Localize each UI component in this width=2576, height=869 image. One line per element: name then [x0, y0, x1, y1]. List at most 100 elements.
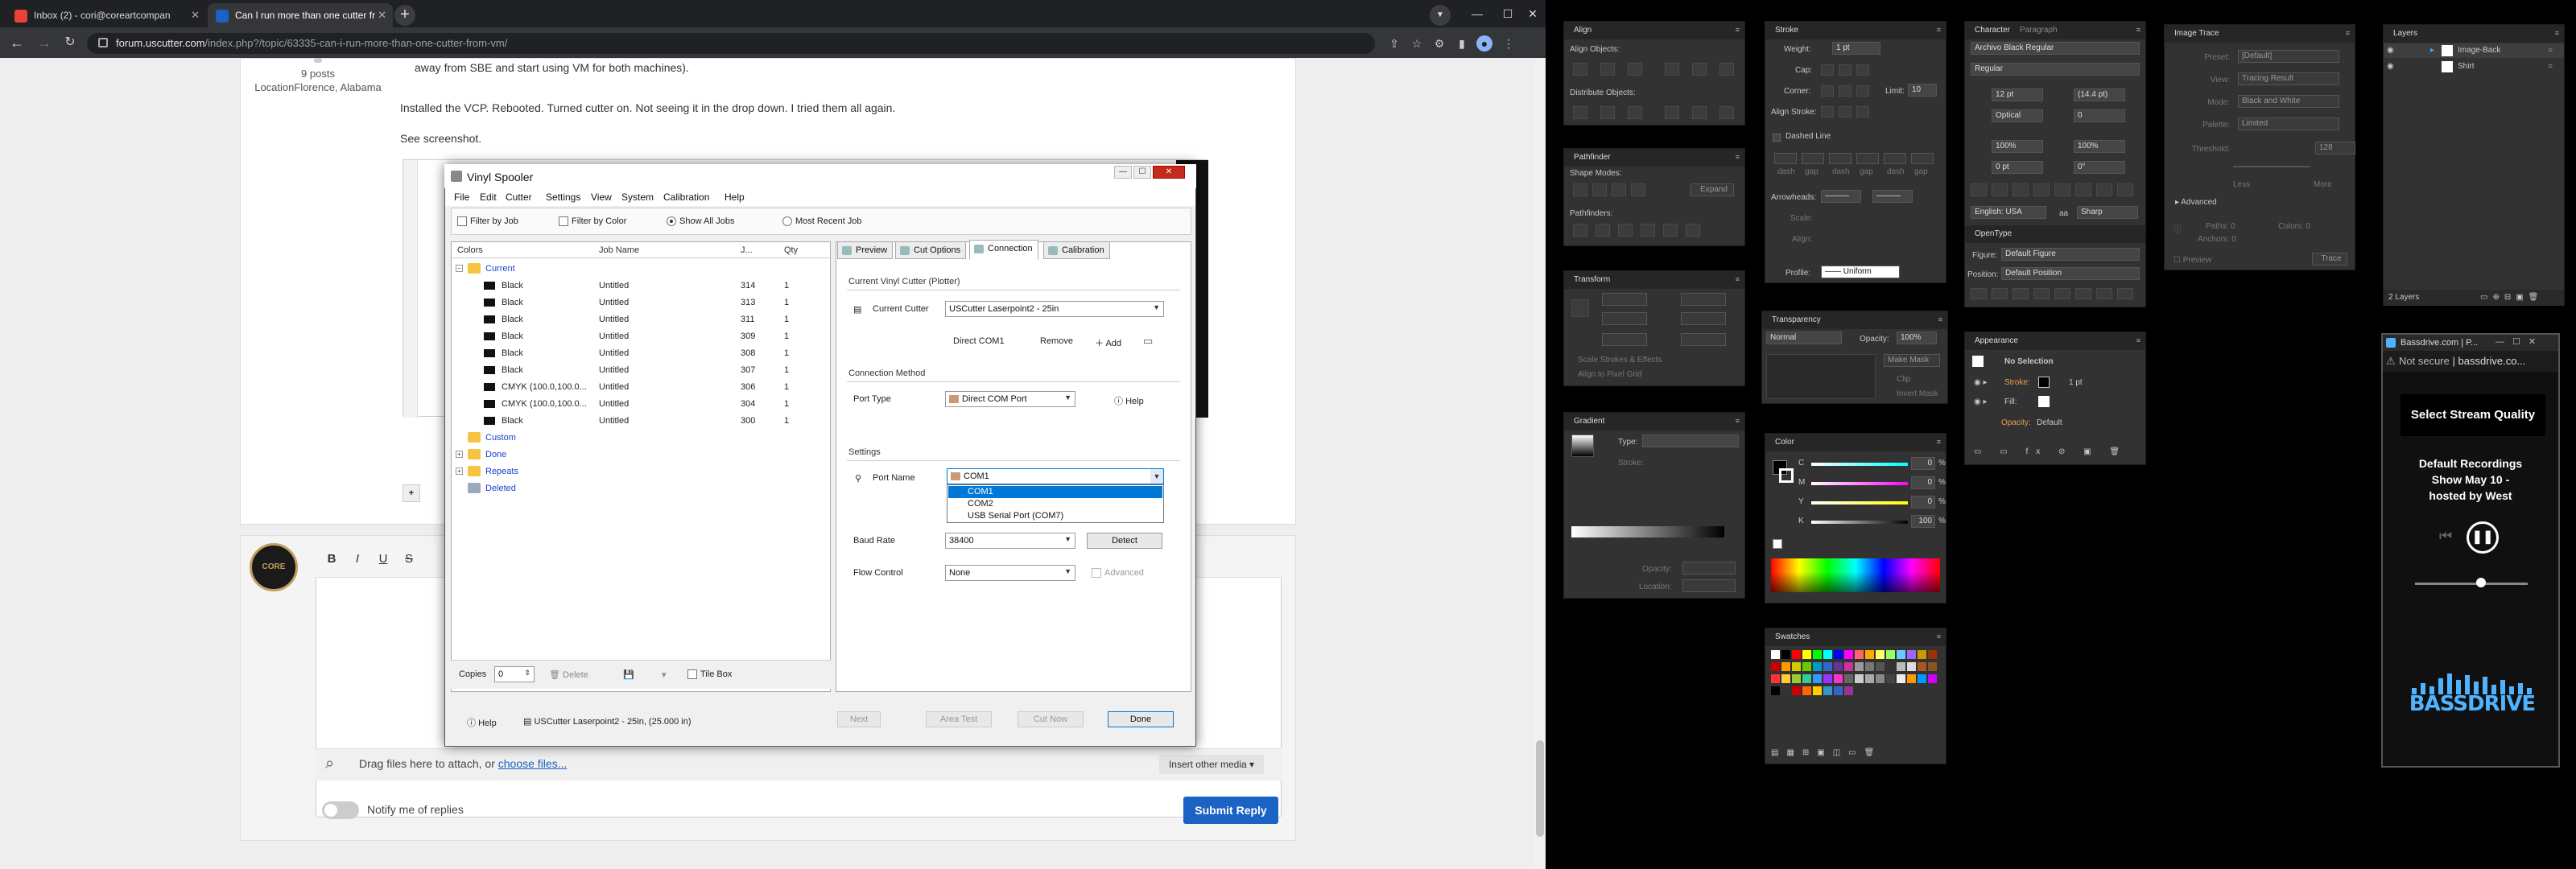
insert-media-button[interactable]: Insert other media ▾	[1159, 755, 1264, 774]
transform-field[interactable]	[1602, 333, 1647, 346]
vertical-scale-field[interactable]: 100%	[1992, 140, 2043, 153]
color-swatch[interactable]	[1834, 674, 1843, 683]
tile-box-checkbox[interactable]	[687, 669, 697, 679]
appearance-opacity-label[interactable]: Opacity:	[2001, 418, 2031, 427]
submit-reply-button[interactable]: Submit Reply	[1183, 797, 1278, 824]
address-bar[interactable]: forum.uscutter.com/index.php?/topic/6333…	[87, 33, 1375, 54]
align-pixel-grid-option[interactable]: Align to Pixel Grid	[1578, 370, 1641, 379]
color-swatch[interactable]	[1834, 662, 1843, 671]
transform-field[interactable]	[1602, 293, 1647, 306]
color-swatch[interactable]	[1792, 674, 1801, 683]
advanced-checkbox[interactable]	[1092, 568, 1101, 578]
cap-option-icon[interactable]	[1821, 64, 1834, 76]
appearance-fill-label[interactable]: Fill:	[2004, 397, 2017, 406]
color-swatch[interactable]	[1834, 686, 1843, 695]
color-channel-field[interactable]: 0	[1911, 476, 1935, 489]
copies-stepper[interactable]: 0 ⇕	[494, 666, 535, 682]
spooler-close-button[interactable]: ✕	[1153, 166, 1185, 179]
reference-point-icon[interactable]	[1571, 299, 1589, 317]
color-swatch[interactable]	[1802, 674, 1811, 683]
forward-icon[interactable]: →	[35, 34, 53, 51]
shape-mode-icon[interactable]	[1573, 183, 1587, 196]
maximize-button[interactable]: ☐	[1496, 0, 1520, 27]
type-style-icon[interactable]	[2013, 183, 2029, 196]
menu-help[interactable]: Help	[724, 192, 745, 203]
expand-icon[interactable]: +	[456, 451, 463, 458]
next-button[interactable]: Next	[837, 711, 881, 727]
pathfinder-icon[interactable]	[1596, 224, 1610, 237]
bold-button[interactable]: B	[324, 552, 340, 568]
filter-by-color-checkbox[interactable]	[559, 216, 568, 226]
extensions-icon[interactable]: ⚙	[1431, 35, 1447, 51]
reload-icon[interactable]: ↻	[61, 34, 79, 51]
menu-file[interactable]: File	[454, 192, 469, 203]
tab-forum[interactable]: Can I run more than one cutter fr ✕	[208, 3, 393, 27]
color-swatch[interactable]	[1844, 662, 1853, 671]
opentype-option-icon[interactable]	[2013, 288, 2029, 299]
add-button[interactable]: ＋ Add	[1095, 336, 1121, 349]
eye-icon[interactable]: ◉	[2387, 62, 2394, 71]
opentype-option-icon[interactable]	[2033, 288, 2050, 299]
color-swatch[interactable]	[1771, 686, 1780, 695]
horizontal-scale-field[interactable]: 100%	[2074, 140, 2125, 153]
align-option-icon[interactable]	[1692, 106, 1707, 119]
italic-button[interactable]: I	[349, 552, 365, 568]
align-option-icon[interactable]	[1628, 63, 1642, 76]
color-swatch[interactable]	[1918, 650, 1926, 659]
minimize-button[interactable]: —	[1459, 0, 1496, 27]
color-swatch[interactable]	[1823, 686, 1832, 695]
column-job-name[interactable]: Job Name	[599, 245, 639, 255]
swatch-actions-icons[interactable]: ▤▦⊞▣◫▭🗑	[1771, 748, 1882, 757]
preview-option[interactable]: ☐ Preview	[2174, 256, 2211, 265]
help-button[interactable]: ⓘ Help	[1114, 394, 1144, 407]
arrowhead-end-select[interactable]: ———	[1872, 190, 1913, 203]
color-swatch[interactable]	[1897, 662, 1905, 671]
dash-gap-field[interactable]	[1884, 153, 1906, 164]
tab-gmail[interactable]: Inbox (2) - cori@coreartcompan ✕	[6, 3, 206, 27]
panel-menu-icon[interactable]: ≡	[1736, 417, 1740, 425]
tab-preview[interactable]: Preview	[837, 241, 894, 259]
color-channel-field[interactable]: 0	[1911, 496, 1935, 509]
stroke-color-swatch[interactable]	[1779, 468, 1794, 483]
color-swatch[interactable]	[1928, 662, 1937, 671]
baseline-shift-field[interactable]: 0 pt	[1992, 161, 2043, 174]
color-swatch[interactable]	[1823, 650, 1832, 659]
opacity-field[interactable]: 100%	[1897, 332, 1937, 344]
color-swatch[interactable]	[1781, 662, 1790, 671]
menu-settings[interactable]: Settings	[546, 192, 580, 203]
job-row[interactable]: Black Untitled 313 1	[452, 294, 830, 311]
trace-threshold-select[interactable]: 128	[2315, 142, 2355, 154]
align-stroke-icon[interactable]	[1821, 106, 1834, 117]
bassdrive-address-bar[interactable]: ⚠ Not secure | bassdrive.co...	[2383, 351, 2558, 372]
color-swatch[interactable]	[1792, 662, 1801, 671]
detect-button[interactable]: Detect	[1087, 533, 1162, 549]
color-swatch[interactable]	[1928, 674, 1937, 683]
opentype-option-icon[interactable]	[2117, 288, 2133, 299]
invert-mask-option[interactable]: Invert Mask	[1897, 389, 1938, 398]
arrowhead-start-select[interactable]: ———	[1821, 190, 1861, 203]
type-style-icon[interactable]	[1971, 183, 1987, 196]
corner-option-icon[interactable]	[1821, 85, 1834, 97]
type-style-icon[interactable]	[2096, 183, 2112, 196]
corner-option-icon[interactable]	[1856, 85, 1869, 97]
panel-menu-icon[interactable]: ≡	[2136, 336, 2140, 344]
color-swatch[interactable]	[1844, 674, 1853, 683]
align-option-icon[interactable]	[1719, 63, 1734, 76]
color-swatch[interactable]	[1865, 650, 1874, 659]
remove-button[interactable]: Remove	[1040, 336, 1073, 346]
panel-menu-icon[interactable]: ≡	[2555, 29, 2559, 37]
layer-expand-icon[interactable]: ▸	[2430, 46, 2434, 55]
threshold-slider[interactable]	[2233, 166, 2310, 167]
align-option-icon[interactable]	[1628, 106, 1642, 119]
status-help-button[interactable]: ⓘ Help	[467, 716, 497, 729]
transform-field[interactable]	[1681, 333, 1726, 346]
panel-menu-icon[interactable]: ≡	[1937, 438, 1941, 446]
expand-button[interactable]: Expand	[1690, 183, 1734, 196]
font-family-select[interactable]: Archivo Black Regular	[1971, 42, 2140, 55]
color-channel-slider[interactable]	[1811, 482, 1908, 485]
gradient-opacity-field[interactable]	[1682, 562, 1736, 575]
color-channel-field[interactable]: 0	[1911, 457, 1935, 470]
job-row[interactable]: Black Untitled 311 1	[452, 311, 830, 328]
color-channel-slider[interactable]	[1811, 521, 1908, 524]
trace-preset-select[interactable]: [Default]	[2238, 50, 2339, 63]
